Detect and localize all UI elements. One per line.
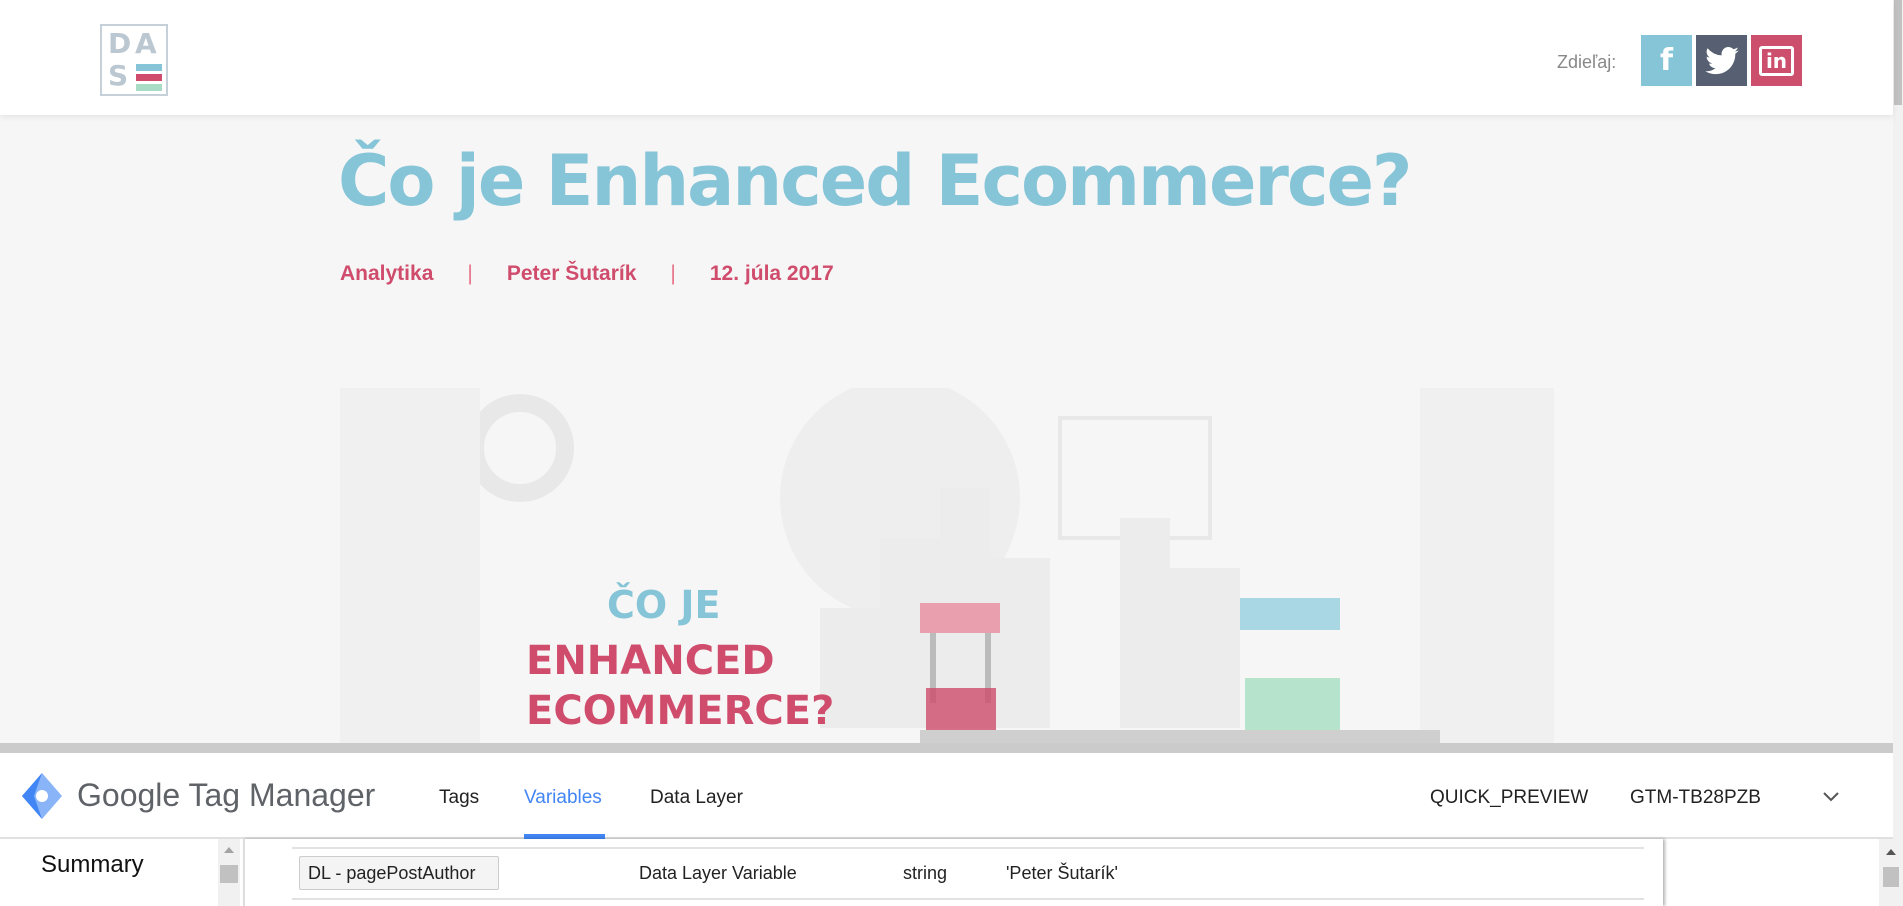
sidebar-item-summary[interactable]: Summary	[41, 851, 144, 879]
author-link[interactable]: Peter Šutarík	[507, 262, 637, 286]
sidebar-scrollbar[interactable]	[218, 839, 240, 906]
article-title: Čo je Enhanced Ecommerce?	[338, 140, 1413, 222]
debug-scrollbar[interactable]	[1879, 839, 1903, 906]
linkedin-share-button[interactable]: in	[1751, 35, 1802, 86]
hero-text-line1: ČO JE	[607, 583, 721, 627]
gtm-title: Google Tag Manager	[77, 777, 376, 813]
variable-return-type: string	[903, 863, 948, 883]
variables-panel: DL - pagePostAuthor Data Layer Variable …	[243, 839, 1663, 906]
container-id: GTM-TB28PZB	[1630, 787, 1761, 808]
article-date: 12. júla 2017	[709, 262, 834, 285]
facebook-share-button[interactable]: f	[1641, 35, 1692, 86]
gtm-logo-icon	[22, 773, 62, 819]
hero-image: ČO JE ENHANCED ECOMMERCE?	[340, 388, 1554, 743]
variable-type: Data Layer Variable	[639, 863, 797, 883]
facebook-icon: f	[1659, 43, 1674, 78]
twitter-share-button[interactable]	[1696, 35, 1747, 86]
category-link[interactable]: Analytika	[340, 262, 433, 286]
linkedin-icon: in	[1758, 45, 1795, 76]
variable-value: 'Peter Šutarík'	[1006, 863, 1118, 883]
city-illustration	[340, 388, 1554, 743]
page-scrollbar[interactable]	[1893, 0, 1903, 906]
hero-text-line3: ECOMMERCE?	[526, 688, 835, 734]
hero-text-line2: ENHANCED	[526, 638, 775, 684]
site-logo[interactable]: D A S	[100, 24, 168, 96]
preview-pane-divider[interactable]	[0, 743, 1893, 753]
article-meta: Analytika | Peter Šutarík | 12. júla 2017	[340, 262, 834, 286]
gtm-debug-body: Summary DL - pagePostAuthor Data Layer V…	[0, 839, 1903, 906]
tab-variables[interactable]: Variables	[524, 787, 602, 809]
site-header: D A S Zdieľaj: f in	[0, 0, 1893, 115]
gtm-debug-header: Google Tag Manager Tags Variables Data L…	[0, 753, 1893, 840]
chevron-down-icon[interactable]	[1822, 791, 1840, 803]
variable-name-chip[interactable]: DL - pagePostAuthor	[299, 856, 499, 890]
tab-data-layer[interactable]: Data Layer	[650, 787, 743, 809]
share-label: Zdieľaj:	[1557, 52, 1617, 72]
tab-tags[interactable]: Tags	[439, 787, 479, 809]
twitter-icon	[1704, 46, 1739, 74]
preview-mode: QUICK_PREVIEW	[1430, 787, 1589, 808]
